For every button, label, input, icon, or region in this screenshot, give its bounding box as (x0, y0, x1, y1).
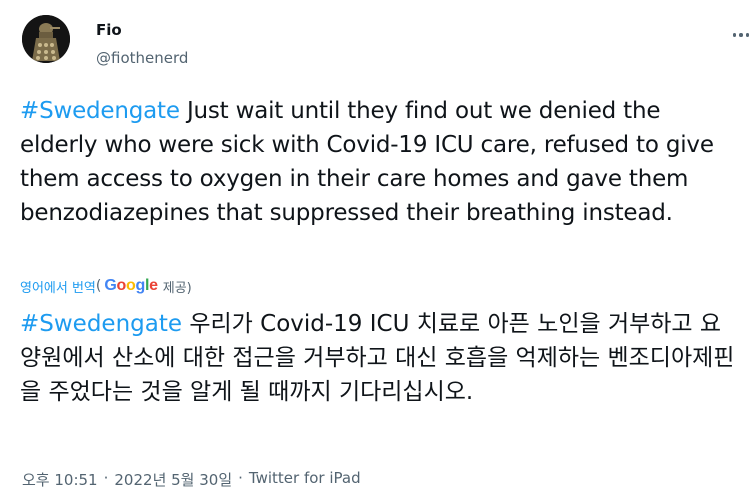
tweet-source[interactable]: Twitter for iPad (249, 469, 361, 490)
tweet-date[interactable]: 2022년 5월 30일 (114, 469, 232, 490)
translation-attribution: 영어에서 번역(Google 제공) (20, 274, 192, 298)
meta-separator: · (103, 469, 109, 487)
hashtag-link[interactable]: #Swedengate (20, 98, 180, 124)
tweet: Fio @fiothenerd #Swedengate Just wait un… (0, 0, 752, 498)
author-handle[interactable]: @fiothenerd (96, 49, 188, 67)
translated-hashtag-link[interactable]: #Swedengate (20, 311, 182, 337)
tweet-text: #Swedengate Just wait until they find ou… (20, 94, 735, 230)
open-paren: ( (95, 278, 102, 294)
avatar[interactable] (22, 15, 70, 63)
meta-separator: · (238, 469, 243, 487)
translated-text: #Swedengate 우리가 Covid-19 ICU 치료로 아픈 노인을 … (20, 307, 735, 409)
provided-by-label: 제공) (162, 280, 192, 296)
more-icon[interactable] (724, 18, 752, 52)
tweet-meta: 오후 10:51 · 2022년 5월 30일 · Twitter for iP… (22, 469, 361, 490)
tweet-time[interactable]: 오후 10:51 (22, 469, 98, 490)
author-name[interactable]: Fio (96, 21, 122, 39)
translated-from-link[interactable]: 영어에서 번역 (20, 277, 96, 296)
google-logo: Google (104, 277, 158, 294)
dalek-avatar-icon (22, 15, 70, 63)
